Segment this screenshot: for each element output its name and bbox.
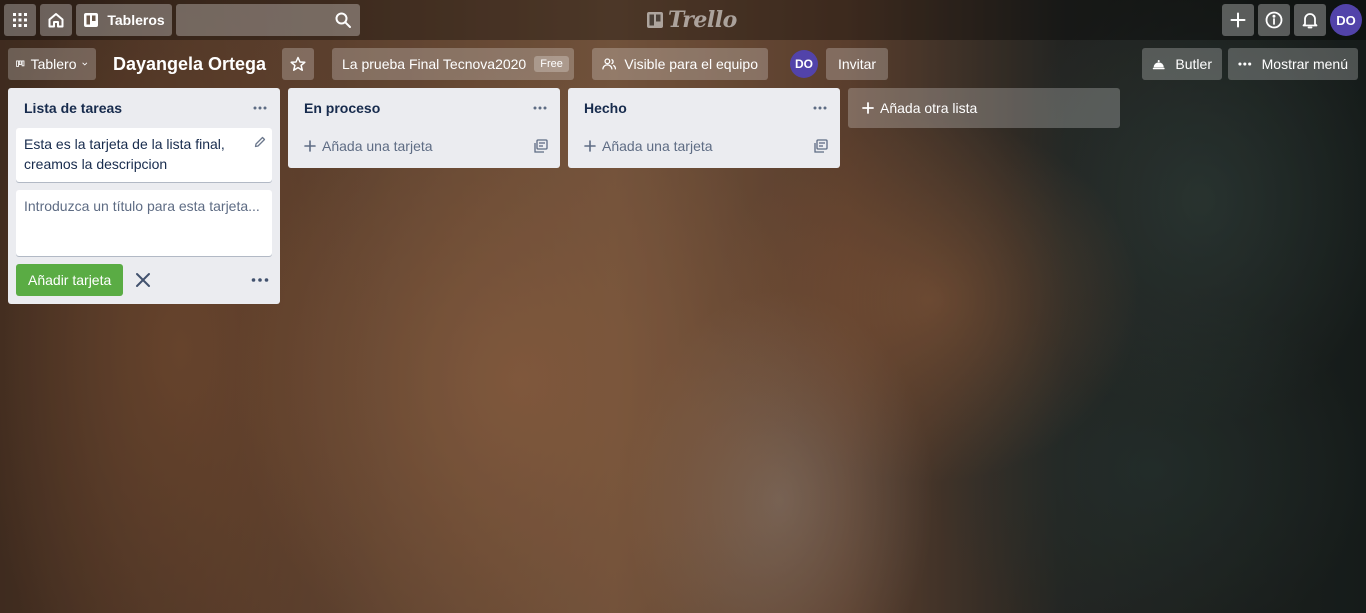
list-header: Lista de tareas <box>8 88 280 128</box>
list-title[interactable]: Hecho <box>584 100 627 116</box>
notifications-button[interactable] <box>1294 4 1326 36</box>
butler-bell-icon <box>1152 60 1165 70</box>
card-template-icon[interactable] <box>534 139 548 153</box>
show-menu-button[interactable]: Mostrar menú <box>1228 48 1358 80</box>
team-visibility-icon <box>602 58 617 70</box>
list-menu-button[interactable] <box>248 96 272 120</box>
butler-label: Butler <box>1175 56 1212 72</box>
view-switcher-label: Tablero <box>30 56 77 72</box>
more-icon <box>253 106 267 110</box>
user-avatar-initials: DO <box>1336 12 1356 28</box>
boards-button[interactable]: Tableros <box>76 4 172 36</box>
bell-icon <box>1302 13 1318 29</box>
plus-icon <box>584 140 596 152</box>
more-icon <box>813 106 827 110</box>
apps-button[interactable] <box>4 4 36 36</box>
more-icon <box>251 278 269 282</box>
list-en-proceso: En proceso Añada una tarjeta <box>288 88 560 168</box>
more-icon <box>1238 62 1252 66</box>
plus-icon <box>862 102 874 114</box>
add-card-button[interactable]: Añada una tarjeta <box>296 128 552 164</box>
list-header: En proceso <box>288 88 560 128</box>
invite-label: Invitar <box>837 56 877 72</box>
team-button[interactable]: La prueba Final Tecnova2020 Free <box>332 48 574 80</box>
invite-button[interactable]: Invitar <box>826 48 888 80</box>
search-icon <box>335 12 351 28</box>
search-field[interactable] <box>176 4 360 36</box>
show-menu-label: Mostrar menú <box>1261 56 1348 72</box>
info-button[interactable] <box>1258 4 1290 36</box>
member-avatar-initials: DO <box>795 57 813 71</box>
member-avatar[interactable]: DO <box>790 50 818 78</box>
team-plan-badge: Free <box>534 56 569 72</box>
board-view-icon <box>16 60 25 67</box>
list-title[interactable]: En proceso <box>304 100 380 116</box>
apps-grid-icon <box>13 13 27 27</box>
board-icon <box>84 13 99 27</box>
boards-label: Tableros <box>107 12 165 28</box>
logo-text: Trello <box>668 7 737 33</box>
close-icon <box>136 273 151 287</box>
list-menu-button[interactable] <box>528 96 552 120</box>
list-menu-button[interactable] <box>808 96 832 120</box>
edit-pencil-icon[interactable] <box>254 136 266 148</box>
list-header: Hecho <box>568 88 840 128</box>
add-list-button[interactable]: Añada otra lista <box>848 88 1120 128</box>
add-card-label: Añada una tarjeta <box>602 138 713 154</box>
home-icon <box>48 13 64 28</box>
card[interactable]: Esta es la tarjeta de la lista final, cr… <box>16 128 272 182</box>
team-name: La prueba Final Tecnova2020 <box>342 56 527 72</box>
search-input[interactable] <box>176 4 360 36</box>
card-title-input[interactable] <box>24 196 264 250</box>
create-button[interactable] <box>1222 4 1254 36</box>
view-switcher-button[interactable]: Tablero <box>8 48 96 80</box>
composer-controls: Añadir tarjeta <box>8 264 280 304</box>
home-button[interactable] <box>40 4 72 36</box>
chevron-down-icon <box>82 62 88 66</box>
info-icon <box>1265 11 1283 29</box>
add-card-submit-label: Añadir tarjeta <box>28 272 112 288</box>
composer-options-button[interactable] <box>248 268 272 292</box>
list-lista-de-tareas: Lista de tareas Esta es la tarjeta de la… <box>8 88 280 304</box>
list-title[interactable]: Lista de tareas <box>24 100 122 116</box>
user-avatar[interactable]: DO <box>1330 4 1362 36</box>
board-title[interactable]: Dayangela Ortega <box>106 48 273 80</box>
add-list-label: Añada otra lista <box>880 100 978 116</box>
butler-button[interactable]: Butler <box>1142 48 1222 80</box>
add-card-button[interactable]: Añada una tarjeta <box>576 128 832 164</box>
cancel-composer-button[interactable] <box>133 270 153 290</box>
star-icon <box>290 56 306 71</box>
star-button[interactable] <box>282 48 314 80</box>
trello-logo-icon <box>647 12 663 28</box>
list-hecho: Hecho Añada una tarjeta <box>568 88 840 168</box>
card-title: Esta es la tarjeta de la lista final, cr… <box>24 136 225 172</box>
card-composer[interactable] <box>16 190 272 256</box>
visibility-button[interactable]: Visible para el equipo <box>592 48 768 80</box>
plus-icon <box>1230 12 1246 28</box>
trello-logo[interactable]: Trello <box>646 6 737 34</box>
add-card-submit-button[interactable]: Añadir tarjeta <box>16 264 124 296</box>
card-template-icon[interactable] <box>814 139 828 153</box>
more-icon <box>533 106 547 110</box>
add-card-label: Añada una tarjeta <box>322 138 433 154</box>
visibility-label: Visible para el equipo <box>624 56 758 72</box>
plus-icon <box>304 140 316 152</box>
